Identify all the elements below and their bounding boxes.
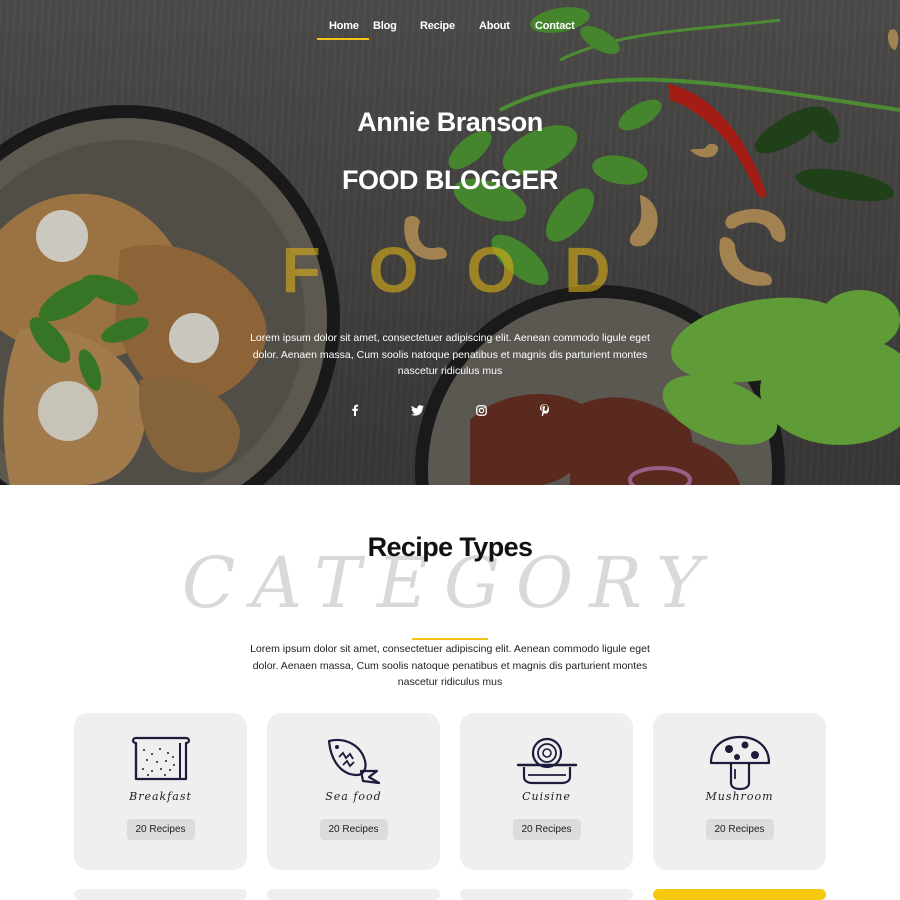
recipe-count-badge[interactable]: 20 Recipes [512,819,581,840]
fish-icon [267,735,440,787]
instagram-icon[interactable] [473,402,489,418]
category-name: Breakfast [129,790,192,803]
category-name: Sea food [325,790,382,803]
twitter-icon[interactable] [409,402,425,418]
nav-blog[interactable]: Blog [373,20,397,32]
facebook-icon[interactable] [347,402,363,418]
pinterest-icon[interactable] [536,402,552,418]
noodle-bowl-icon [460,735,633,787]
nav-contact[interactable]: Contact [535,20,575,32]
nav-home[interactable]: Home [317,20,369,40]
title-underline [412,638,488,640]
category-card-mushroom[interactable]: Mushroom 20 Recipes [653,713,826,870]
category-card[interactable] [74,889,247,900]
main-nav: Home Blog Recipe About Contact [0,20,900,44]
section-title: Recipe Types [367,532,533,562]
category-card[interactable] [267,889,440,900]
hero-background-word: FOOD [281,234,659,306]
section-description: Lorem ipsum dolor sit amet, consectetuer… [250,643,650,688]
blogger-name: Annie Branson [357,107,543,137]
category-name: Mushroom [705,790,774,803]
bread-icon [74,735,247,787]
nav-about[interactable]: About [479,20,510,32]
recipe-count-badge[interactable]: 20 Recipes [126,819,195,840]
hero-banner: Home Blog Recipe About Contact FOOD Anni… [0,0,900,485]
recipe-count-badge[interactable]: 20 Recipes [319,819,388,840]
blogger-role: FOOD BLOGGER [342,165,559,195]
category-name: Cuisine [522,790,571,803]
category-card-highlighted[interactable] [653,889,826,900]
nav-recipe[interactable]: Recipe [420,20,455,32]
category-card-cuisine[interactable]: Cuisine 20 Recipes [460,713,633,870]
recipe-count-badge[interactable]: 20 Recipes [705,819,774,840]
social-links [0,402,900,418]
category-card-seafood[interactable]: Sea food 20 Recipes [267,713,440,870]
category-card-breakfast[interactable]: Breakfast 20 Recipes [74,713,247,870]
category-card[interactable] [460,889,633,900]
mushroom-icon [653,735,826,791]
hero-description: Lorem ipsum dolor sit amet, consectetuer… [250,332,650,377]
